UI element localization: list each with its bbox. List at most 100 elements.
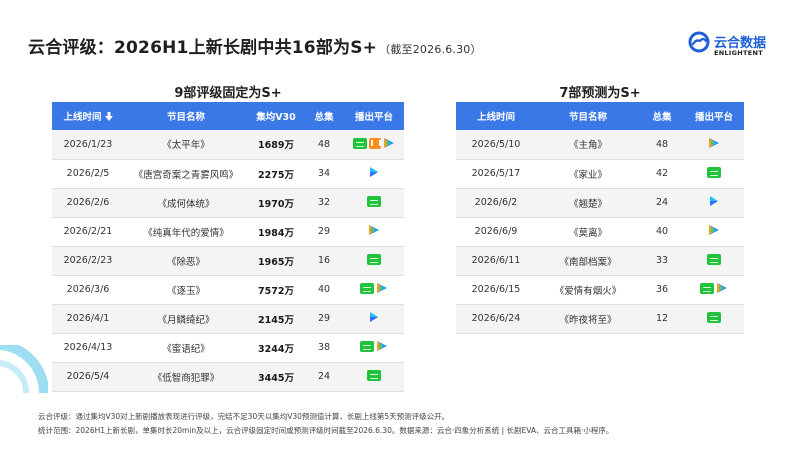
cell-date: 2026/1/23: [52, 130, 124, 160]
cell-date: 2026/6/15: [456, 275, 536, 305]
col-header-platform: 播出平台: [684, 102, 744, 130]
fixed-rating-table: 上线时间 节目名称 集均V30 总集 播出平台 2026/1/23 《太平年》 16…: [52, 102, 404, 392]
cell-name: 《唐宫奇案之青雾风鸣》: [124, 159, 248, 189]
cell-name: 《爱情有烟火》: [536, 275, 640, 305]
cell-platforms: [344, 246, 404, 276]
youku-icon: [369, 311, 379, 323]
cell-platforms: [344, 333, 404, 363]
cell-platforms: [344, 217, 404, 247]
cell-date: 2026/3/6: [52, 275, 124, 305]
tencent-video-icon: [376, 340, 388, 352]
platform-icons: [360, 282, 388, 294]
cell-views: 3244万: [248, 333, 304, 363]
cell-platforms: [684, 159, 744, 189]
col-header-date: 上线时间: [456, 102, 536, 130]
sort-down-icon: [104, 112, 113, 121]
platform-icons: [367, 369, 381, 381]
cell-date: 2026/2/23: [52, 246, 124, 276]
right-section-title: 7部预测为S+: [559, 86, 641, 101]
col-header-episodes: 总集: [640, 102, 684, 130]
table-row: 2026/2/5 《唐宫奇案之青雾风鸣》 2275万 34: [52, 159, 404, 189]
predicted-rating-table: 上线时间 节目名称 总集 播出平台 2026/5/10 《主角》 48 2026/5/…: [456, 102, 744, 334]
cell-views: 1965万: [248, 246, 304, 276]
cell-views: 1984万: [248, 217, 304, 247]
cell-eps: 40: [304, 275, 344, 305]
tencent-video-icon: [383, 137, 395, 149]
cell-eps: 16: [304, 246, 344, 276]
cell-platforms: [684, 188, 744, 218]
cell-name: 《成何体统》: [124, 188, 248, 218]
platform-icons: [369, 166, 379, 178]
youku-icon: [709, 195, 719, 207]
logo-cloud-icon: [688, 31, 710, 53]
cell-platforms: [344, 188, 404, 218]
cell-platforms: [684, 246, 744, 276]
tencent-video-icon: [708, 224, 720, 236]
cell-views: 1970万: [248, 188, 304, 218]
platform-icons: [353, 137, 395, 149]
iqiyi-icon: [360, 282, 374, 294]
iqiyi-icon: [367, 195, 381, 207]
table-row: 2026/4/13 《蜜语纪》 3244万 38: [52, 333, 404, 363]
cell-views: 7572万: [248, 275, 304, 305]
col-header-date[interactable]: 上线时间: [52, 102, 124, 130]
cell-date: 2026/4/13: [52, 333, 124, 363]
cell-name: 《低智商犯罪》: [124, 362, 248, 392]
col-header-name: 节目名称: [536, 102, 640, 130]
cell-eps: 24: [304, 362, 344, 392]
table-row: 2026/6/9 《莫离》 40: [456, 217, 744, 247]
cell-date: 2026/6/2: [456, 188, 536, 218]
cell-eps: 36: [640, 275, 684, 305]
cell-platforms: [344, 159, 404, 189]
cell-name: 《莫离》: [536, 217, 640, 247]
table-row: 2026/6/2 《翘楚》 24: [456, 188, 744, 218]
platform-icons: [707, 166, 721, 178]
cell-platforms: [684, 304, 744, 334]
table-row: 2026/2/6 《成何体统》 1970万 32: [52, 188, 404, 218]
cell-date: 2026/2/6: [52, 188, 124, 218]
table-row: 2026/2/21 《纯真年代的爱情》 1984万 29: [52, 217, 404, 247]
cell-platforms: [684, 130, 744, 160]
col-header-views: 集均V30: [248, 102, 304, 130]
cell-platforms: [684, 217, 744, 247]
footnote-scope-source: 统计范围：2026H1上新长剧，单集时长20min及以上，云合评级固定时间或预测…: [38, 426, 614, 435]
cell-eps: 24: [640, 188, 684, 218]
page-title: 云合评级：2026H1上新长剧中共16部为S+ （截至2026.6.30）: [28, 33, 482, 58]
cell-eps: 42: [640, 159, 684, 189]
platform-icons: [360, 340, 388, 352]
platform-icons: [707, 253, 721, 265]
title-text: 云合评级：2026H1上新长剧中共16部为S+: [28, 38, 378, 58]
cell-name: 《蜜语纪》: [124, 333, 248, 363]
col-header-name: 节目名称: [124, 102, 248, 130]
cell-date: 2026/2/21: [52, 217, 124, 247]
cell-eps: 48: [640, 130, 684, 160]
cell-platforms: [344, 362, 404, 392]
table-header-row: 上线时间 节目名称 总集 播出平台: [456, 102, 744, 130]
cell-eps: 33: [640, 246, 684, 276]
cell-views: 3445万: [248, 362, 304, 392]
platform-icons: [369, 311, 379, 323]
col-header-episodes: 总集: [304, 102, 344, 130]
cell-name: 《逐玉》: [124, 275, 248, 305]
table-row: 2026/3/6 《逐玉》 7572万 40: [52, 275, 404, 305]
youku-icon: [369, 166, 379, 178]
cell-platforms: [344, 275, 404, 305]
cell-name: 《南部档案》: [536, 246, 640, 276]
platform-icons: [707, 311, 721, 323]
table-row: 2026/5/4 《低智商犯罪》 3445万 24: [52, 362, 404, 392]
cell-date: 2026/2/5: [52, 159, 124, 189]
cell-name: 《主角》: [536, 130, 640, 160]
cell-date: 2026/5/17: [456, 159, 536, 189]
cell-date: 2026/6/11: [456, 246, 536, 276]
cell-name: 《太平年》: [124, 130, 248, 160]
cell-date: 2026/6/9: [456, 217, 536, 247]
iqiyi-icon: [360, 340, 374, 352]
left-section-title: 9部评级固定为S+: [174, 86, 282, 101]
table-row: 2026/6/15 《爱情有烟火》 36: [456, 275, 744, 305]
cell-name: 《家业》: [536, 159, 640, 189]
cell-date: 2026/5/4: [52, 362, 124, 392]
iqiyi-icon: [707, 311, 721, 323]
table-row: 2026/2/23 《除恶》 1965万 16: [52, 246, 404, 276]
logo-name-en: ENLIGHTENT: [714, 49, 763, 57]
cell-eps: 48: [304, 130, 344, 160]
